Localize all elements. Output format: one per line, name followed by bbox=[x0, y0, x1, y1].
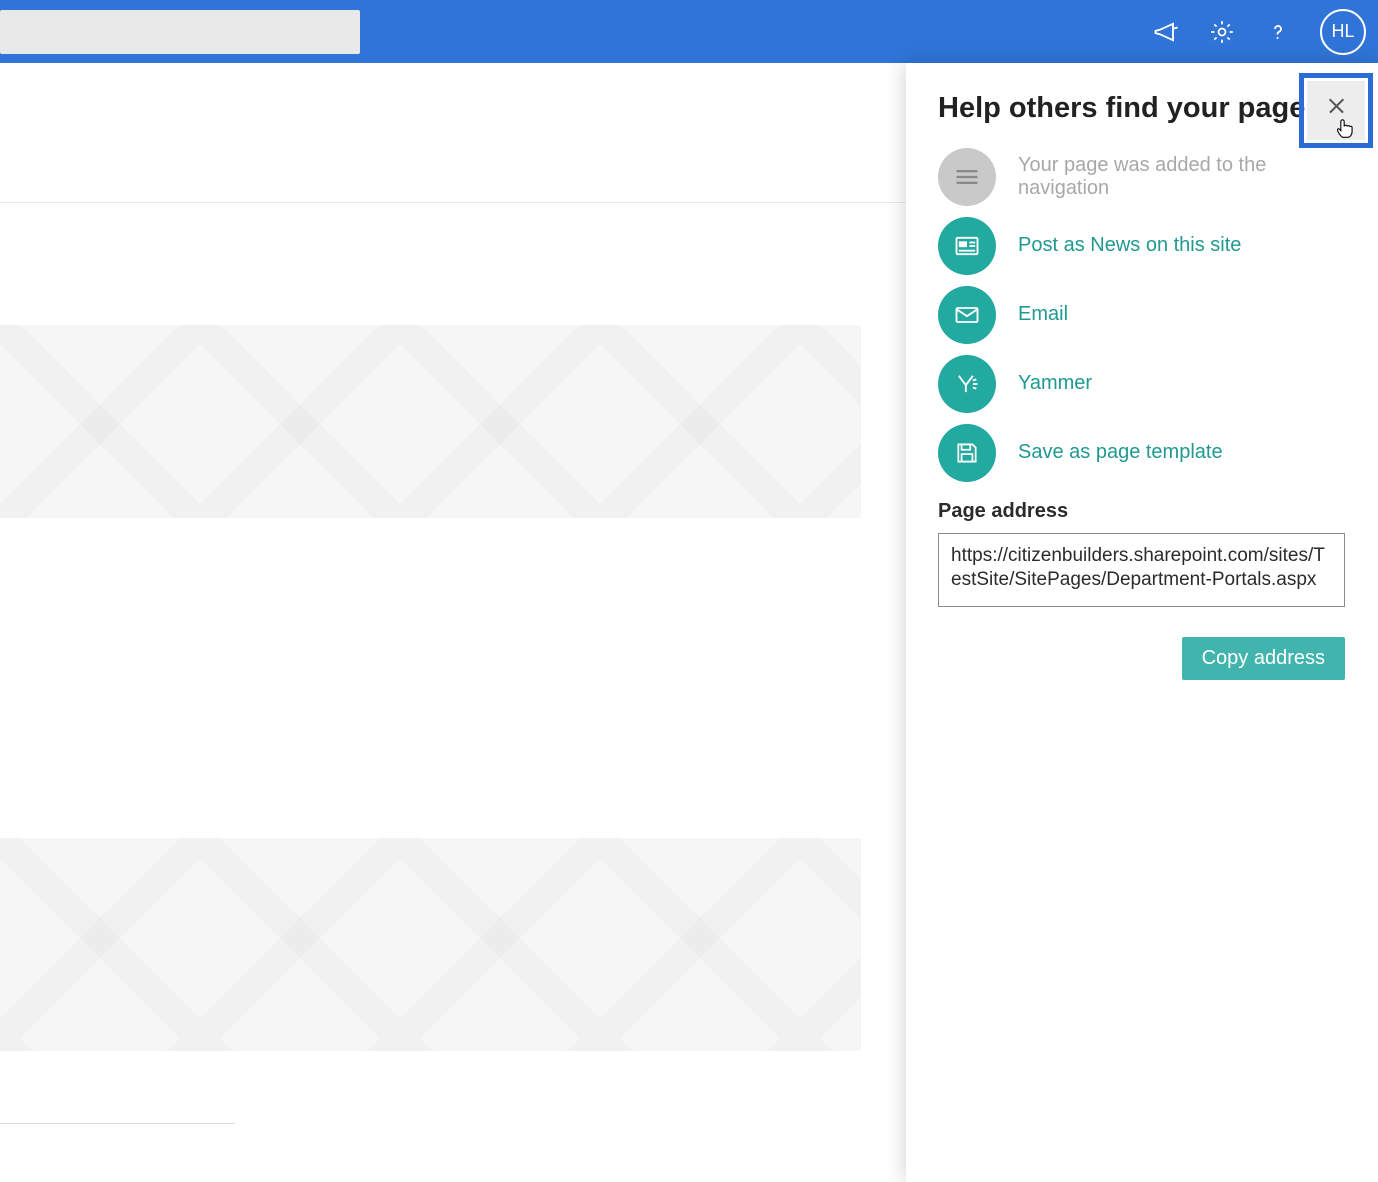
hero-image-1 bbox=[0, 325, 861, 518]
content-divider bbox=[0, 1123, 235, 1124]
top-bar: HL bbox=[0, 0, 1378, 63]
panel-header: Help others find your page bbox=[938, 91, 1352, 126]
page-address-label: Page address bbox=[938, 500, 1352, 523]
avatar-initials: HL bbox=[1331, 21, 1354, 42]
page-address-field[interactable]: https://citizenbuilders.sharepoint.com/s… bbox=[938, 533, 1345, 608]
option-label: Post as News on this site bbox=[1018, 234, 1241, 257]
gear-icon[interactable] bbox=[1208, 18, 1236, 46]
yammer-icon bbox=[938, 355, 996, 413]
hero-image-2 bbox=[0, 838, 861, 1051]
option-label: Yammer bbox=[1018, 372, 1092, 395]
option-yammer[interactable]: Yammer bbox=[938, 355, 1352, 413]
help-others-panel: Help others find your page Your page was… bbox=[906, 63, 1378, 1182]
avatar[interactable]: HL bbox=[1320, 9, 1366, 55]
close-button[interactable] bbox=[1307, 81, 1365, 140]
help-icon[interactable] bbox=[1264, 18, 1292, 46]
email-icon bbox=[938, 286, 996, 344]
megaphone-icon[interactable] bbox=[1152, 18, 1180, 46]
save-icon bbox=[938, 424, 996, 482]
search-input[interactable] bbox=[0, 10, 360, 54]
close-button-highlight bbox=[1299, 73, 1373, 148]
close-icon bbox=[1327, 95, 1346, 114]
topbar-right-group: HL bbox=[1152, 9, 1366, 55]
panel-option-list: Your page was added to the navigation Po… bbox=[938, 148, 1352, 482]
option-email[interactable]: Email bbox=[938, 286, 1352, 344]
option-navigation-added: Your page was added to the navigation bbox=[938, 148, 1352, 206]
option-save-template[interactable]: Save as page template bbox=[938, 424, 1352, 482]
copy-address-button[interactable]: Copy address bbox=[1182, 637, 1345, 680]
option-post-news[interactable]: Post as News on this site bbox=[938, 217, 1352, 275]
option-label: Email bbox=[1018, 303, 1068, 326]
copy-row: Copy address bbox=[938, 637, 1345, 680]
option-label: Save as page template bbox=[1018, 441, 1223, 464]
news-icon bbox=[938, 217, 996, 275]
cursor-hand-icon bbox=[1335, 117, 1355, 141]
panel-title: Help others find your page bbox=[938, 91, 1305, 126]
content-white-card bbox=[0, 518, 861, 838]
option-label: Your page was added to the navigation bbox=[1018, 154, 1352, 200]
navigation-icon bbox=[938, 148, 996, 206]
